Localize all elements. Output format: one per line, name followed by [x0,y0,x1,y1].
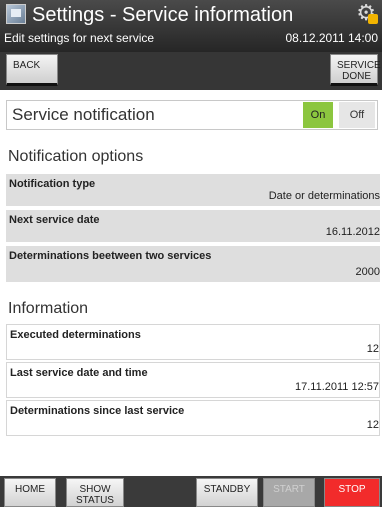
toolbar: BACK SERVICE DONE [0,52,382,90]
show-status-label-line1: SHOW [79,484,111,495]
warning-icon [368,14,378,24]
page-subtitle: Edit settings for next service [4,31,155,45]
determinations-since-service-label: Determinations since last service [10,405,185,417]
next-service-date-label: Next service date [9,214,100,226]
determinations-between-services-value: 2000 [355,266,380,278]
service-done-label-line1: SERVICE [337,60,381,71]
service-done-button[interactable]: SERVICE DONE [330,54,381,86]
executed-determinations-label: Executed determinations [10,329,141,341]
start-button: START [263,478,315,507]
next-service-date-value: 16.11.2012 [325,226,380,238]
service-notification-label: Service notification [12,105,155,124]
back-button[interactable]: BACK [6,54,58,86]
home-button[interactable]: HOME [4,478,56,507]
determinations-between-services-label: Determinations beetween two services [9,250,212,262]
service-done-label-line2: DONE [342,71,371,82]
stop-button[interactable]: STOP [324,478,380,507]
settings-content: Service notification On Off Notification… [0,90,382,476]
title-bar: Settings - Service information ⚙ Edit se… [0,0,382,52]
notification-type-row[interactable]: Notification type Date or determinations [6,174,380,206]
notification-type-value: Date or determinations [268,190,380,202]
notification-options-heading: Notification options [8,148,144,165]
last-service-label: Last service date and time [10,367,148,379]
last-service-value: 17.11.2011 12:57 [294,381,379,393]
settings-window-icon [6,4,26,24]
notification-off-toggle[interactable]: Off [339,102,375,128]
service-notification-row: Service notification On Off [6,100,378,130]
show-status-button[interactable]: SHOW STATUS [66,478,124,507]
show-status-label-line2: STATUS [76,495,114,506]
executed-determinations-value: 12 [366,343,379,355]
footer-bar: HOME SHOW STATUS STANDBY START STOP [0,476,382,507]
standby-button[interactable]: STANDBY [196,478,258,507]
executed-determinations-row: Executed determinations 12 [6,324,380,360]
page-title: Settings - Service information [32,4,294,26]
notification-on-toggle[interactable]: On [303,102,333,128]
current-datetime: 08.12.2011 14:00 [285,31,378,45]
determinations-since-service-value: 12 [366,419,379,431]
next-service-date-row[interactable]: Next service date 16.11.2012 [6,210,380,242]
determinations-since-service-row: Determinations since last service 12 [6,400,380,436]
notification-type-label: Notification type [9,178,96,190]
determinations-between-services-row[interactable]: Determinations beetween two services 200… [6,246,380,282]
last-service-row: Last service date and time 17.11.2011 12… [6,362,380,398]
information-heading: Information [8,300,89,317]
